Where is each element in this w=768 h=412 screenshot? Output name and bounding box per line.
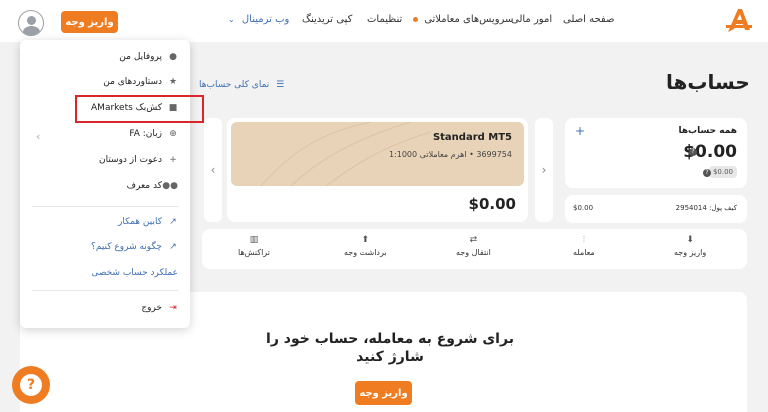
- actions-bar: ⬇ واریز وجه ⫶ معامله ⇄ انتقال وجه ⬆ بردا…: [202, 229, 747, 269]
- action-trade[interactable]: ⫶ معامله: [573, 235, 595, 257]
- menu-item-achievements[interactable]: ★ دستاوردهای من: [103, 77, 178, 87]
- nav-settings[interactable]: تنظیمات: [367, 14, 402, 25]
- cta-text: برای شروع به معامله، حساب خود را شارژ کن…: [266, 331, 514, 365]
- action-transfer-label: انتقال وجه: [456, 248, 491, 257]
- menu-link-performance-label: عملکرد حساب شخصی: [91, 268, 178, 278]
- action-withdraw[interactable]: ⬆ برداشت وجه: [344, 235, 387, 257]
- chevron-right-icon: ›: [541, 163, 547, 177]
- action-withdraw-label: برداشت وجه: [344, 248, 387, 257]
- external-link-icon: ↗: [169, 242, 177, 252]
- accounts-overview-link[interactable]: نمای کلی حساب‌ها ☰: [199, 80, 284, 90]
- transfer-icon: ⇄: [469, 235, 478, 245]
- chevron-left-icon: ‹: [210, 163, 216, 177]
- globe-icon: ⊕: [169, 129, 177, 139]
- wallet-card[interactable]: کیف پول: 2954014 $0.00: [565, 195, 747, 223]
- menu-item-logout-label: خروج: [141, 303, 162, 313]
- action-deposit[interactable]: ⬇ واریز وجه: [674, 235, 706, 257]
- download-icon: ⬇: [686, 235, 694, 245]
- carousel-prev-button[interactable]: ‹: [204, 118, 222, 222]
- action-transactions[interactable]: ▥ تراکنش‌ها: [238, 235, 270, 257]
- menu-item-profile-label: پروفایل من: [119, 52, 162, 62]
- menu-item-invite[interactable]: + دعوت از دوستان: [99, 155, 178, 165]
- menu-link-partner-label: کابین همکار: [118, 217, 162, 227]
- menu-divider: [32, 206, 178, 207]
- logout-icon: ⇥: [169, 303, 177, 313]
- action-trade-label: معامله: [573, 248, 595, 257]
- help-icon[interactable]: ?: [703, 169, 711, 177]
- menu-item-logout[interactable]: ⇥ خروج: [141, 303, 178, 313]
- add-user-icon: +: [169, 155, 177, 165]
- external-link-icon: ↗: [169, 217, 177, 227]
- nav-finance[interactable]: امور مالی: [511, 14, 552, 25]
- nav-trading-services-label: سرویس‌های معاملاتی: [424, 14, 514, 25]
- accounts-overview-label: نمای کلی حساب‌ها: [199, 80, 270, 90]
- carousel-next-button[interactable]: ›: [535, 118, 553, 222]
- list-icon: ☰: [276, 80, 285, 90]
- cashback-highlight-box: [75, 95, 204, 123]
- notification-dot-icon: [413, 16, 418, 22]
- user-icon: ●: [169, 52, 177, 62]
- menu-link-how-to-start-label: چگونه شروع کنیم؟: [91, 242, 162, 252]
- add-account-icon[interactable]: +: [575, 124, 585, 138]
- menu-item-profile[interactable]: ● پروفایل من: [119, 52, 178, 62]
- wallet-value: $0.00: [573, 204, 594, 212]
- all-accounts-card: همه حساب‌ها + $0.00 ? $0.00 ?: [565, 118, 747, 188]
- menu-divider: [32, 290, 178, 291]
- amarkets-logo-icon[interactable]: [724, 6, 754, 36]
- all-accounts-title: همه حساب‌ها: [678, 126, 737, 136]
- menu-item-language[interactable]: ⊕ زبان: FA: [129, 129, 178, 139]
- help-icon[interactable]: ?: [689, 148, 697, 156]
- top-navigation: واریز وجه وب ترمینال ⌄ کپی تریدینگ تنظیم…: [0, 0, 768, 42]
- menu-item-referral-label: کد معرف: [126, 181, 162, 191]
- action-transactions-label: تراکنش‌ها: [238, 248, 270, 257]
- nav-trading-services[interactable]: سرویس‌های معاملاتی: [413, 14, 513, 25]
- wallet-label: کیف پول: 2954014: [675, 204, 737, 212]
- support-chat-button[interactable]: ?: [12, 366, 50, 404]
- balance-pill: $0.00: [708, 166, 737, 178]
- action-deposit-label: واریز وجه: [674, 248, 707, 257]
- nav-home[interactable]: صفحه اصلی: [563, 14, 614, 25]
- menu-link-how-to-start[interactable]: ↗ چگونه شروع کنیم؟: [91, 242, 178, 252]
- account-card-header: Standard MT5 3699754 • اهرم معاملاتی 1:1…: [231, 122, 524, 186]
- menu-item-language-label: زبان: FA: [129, 129, 162, 139]
- menu-link-performance[interactable]: عملکرد حساب شخصی: [91, 268, 178, 278]
- account-name: Standard MT5: [432, 132, 512, 143]
- account-balance: $0.00: [468, 195, 516, 213]
- avatar-head: [27, 16, 36, 25]
- nav-web-terminal[interactable]: وب ترمینال ⌄: [228, 14, 289, 25]
- chevron-down-icon: ⌄: [228, 15, 235, 24]
- nav-copy-trading[interactable]: کپی تریدینگ: [302, 14, 352, 25]
- star-icon: ★: [168, 77, 178, 87]
- menu-link-partner-cabinet[interactable]: ↗ کابین همکار: [118, 217, 178, 227]
- profile-dropdown-menu: ● پروفایل من ★ دستاوردهای من ■ کش‌بک AMa…: [20, 40, 204, 328]
- users-icon: ●●: [162, 181, 178, 191]
- menu-item-achievements-label: دستاوردهای من: [103, 77, 162, 87]
- question-mark-icon: ?: [20, 374, 42, 396]
- page-title: حساب‌ها: [666, 70, 750, 94]
- header-deposit-button[interactable]: واریز وجه: [61, 11, 118, 33]
- candles-icon: ⫶: [582, 235, 586, 245]
- account-info: 3699754 • اهرم معاملاتی 1:1000: [388, 150, 512, 159]
- cta-deposit-button[interactable]: واریز وجه: [355, 381, 412, 405]
- avatar[interactable]: [18, 10, 44, 36]
- avatar-body: [23, 26, 40, 35]
- menu-item-invite-label: دعوت از دوستان: [98, 155, 162, 165]
- nav-web-terminal-label: وب ترمینال: [241, 14, 290, 25]
- menu-item-referral-code[interactable]: ●● کد معرف: [127, 181, 178, 191]
- account-card[interactable]: Standard MT5 3699754 • اهرم معاملاتی 1:1…: [227, 118, 528, 222]
- trash-icon: ▥: [249, 235, 259, 245]
- chevron-left-icon[interactable]: ‹: [36, 130, 40, 143]
- action-transfer[interactable]: ⇄ انتقال وجه: [456, 235, 491, 257]
- upload-icon: ⬆: [361, 235, 370, 245]
